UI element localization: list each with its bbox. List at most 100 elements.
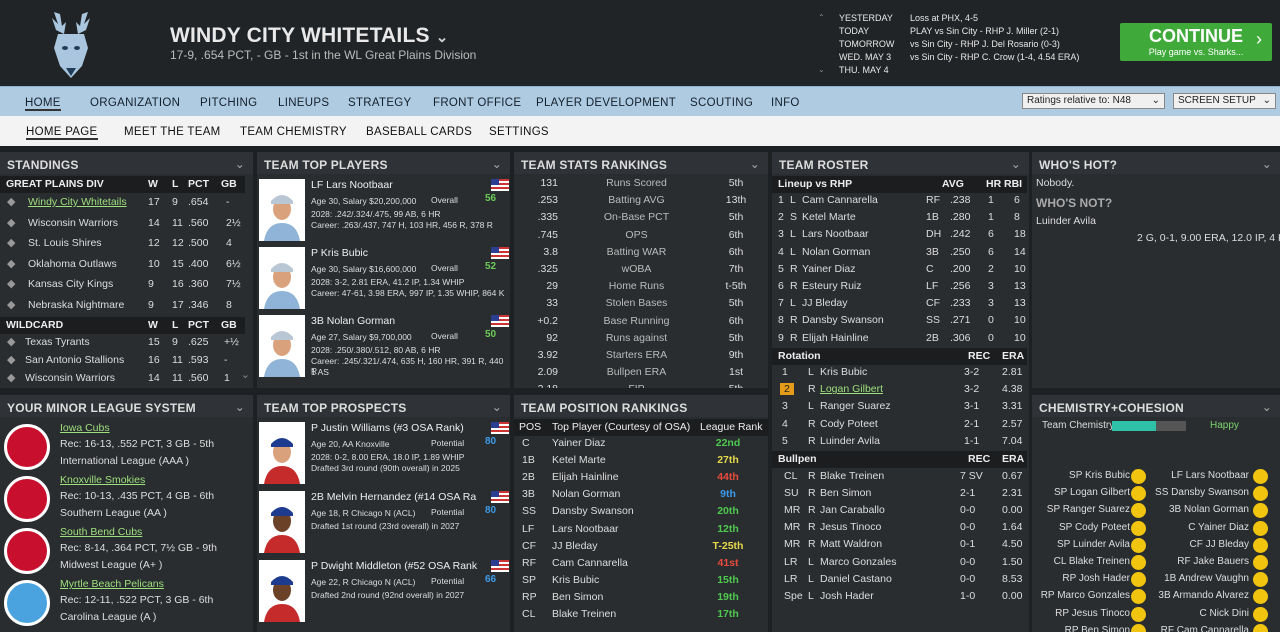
bullpen-row[interactable]: LR L Marco Gonzales 0-0 1.50: [772, 555, 1027, 572]
player-name[interactable]: Dansby Swanson: [552, 505, 634, 517]
minor-team-logo[interactable]: [4, 528, 50, 574]
player-photo[interactable]: [259, 422, 305, 484]
team-name[interactable]: Kansas City Kings: [28, 278, 113, 290]
team-name[interactable]: Nebraska Nightmare: [28, 299, 124, 311]
player-name[interactable]: 2B Melvin Hernandez (#14 OSA Ra: [311, 491, 476, 503]
player-card[interactable]: P Kris Bubic Age 30, Salary $16,600,000 Ov…: [259, 247, 509, 315]
chevron-down-icon[interactable]: ⌄: [235, 157, 245, 171]
lineup-row[interactable]: 6 R Esteury Ruiz LF .256 3 13: [772, 279, 1027, 296]
minor-team[interactable]: Knoxville Smokies Rec: 10-13, .435 PCT, 4…: [0, 472, 250, 524]
player-name[interactable]: Marco Gonzales: [820, 556, 896, 568]
lineup-row[interactable]: 1 L Cam Cannarella RF .238 1 6: [772, 193, 1027, 210]
minor-team[interactable]: South Bend Cubs Rec: 8-14, .364 PCT, 7½ G…: [0, 524, 250, 576]
subnav-team-chemistry[interactable]: TEAM CHEMISTRY: [240, 126, 347, 138]
nav-home[interactable]: HOME: [25, 97, 61, 111]
chem-player[interactable]: LF Lars Nootbaar: [1171, 470, 1249, 481]
player-name[interactable]: Jesus Tinoco: [820, 521, 881, 533]
standings-row[interactable]: ◆ Windy City Whitetails 17 9 .654 -: [0, 194, 245, 211]
chem-player[interactable]: 1B Andrew Vaughn: [1164, 573, 1249, 584]
chevron-down-icon[interactable]: ⌄: [750, 157, 760, 171]
minor-team-name[interactable]: Myrtle Beach Pelicans: [60, 578, 164, 590]
minor-team-logo[interactable]: [4, 424, 50, 470]
wildcard-row[interactable]: ◆ San Antonio Stallions 16 11 .593 -: [0, 352, 245, 369]
minor-team-name[interactable]: South Bend Cubs: [60, 526, 142, 538]
player-name[interactable]: LF Lars Nootbaar: [311, 179, 393, 191]
standings-row[interactable]: ◆ Wisconsin Warriors 14 11 .560 2½: [0, 215, 245, 232]
position-row[interactable]: 3B Nolan Gorman 9th: [514, 487, 768, 504]
player-name[interactable]: P Dwight Middleton (#52 OSA Rank: [311, 560, 477, 572]
subnav-baseball-cards[interactable]: BASEBALL CARDS: [366, 126, 472, 138]
rotation-row[interactable]: 1 L Kris Bubic 3-2 2.81: [772, 365, 1027, 382]
position-row[interactable]: SS Dansby Swanson 20th: [514, 504, 768, 521]
standings-row[interactable]: ◆ Oklahoma Outlaws 10 15 .400 6½: [0, 256, 245, 273]
player-name[interactable]: Blake Treinen: [552, 608, 616, 620]
bullpen-row[interactable]: LR L Daniel Castano 0-0 8.53: [772, 572, 1027, 589]
position-row[interactable]: CF JJ Bleday T-25th: [514, 539, 768, 556]
player-name[interactable]: Kris Bubic: [820, 366, 867, 378]
player-name[interactable]: Ranger Suarez: [820, 400, 891, 412]
wildcard-row[interactable]: ◆ Wisconsin Warriors 14 11 .560 1: [0, 370, 245, 387]
chem-player[interactable]: SP Ranger Suarez: [1047, 504, 1130, 515]
team-name[interactable]: San Antonio Stallions: [25, 354, 124, 366]
chem-player[interactable]: 3B Nolan Gorman: [1169, 504, 1249, 515]
standings-row[interactable]: ◆ Kansas City Kings 9 16 .360 7½: [0, 276, 245, 293]
player-name[interactable]: Elijah Hainline: [552, 471, 619, 483]
team-name[interactable]: Oklahoma Outlaws: [28, 258, 117, 270]
player-photo[interactable]: [259, 247, 305, 309]
chevron-down-icon[interactable]: ⌄: [492, 157, 502, 171]
chem-player[interactable]: RP Josh Hader: [1062, 573, 1130, 584]
player-name[interactable]: Jan Caraballo: [820, 504, 885, 516]
rotation-row[interactable]: 4 R Cody Poteet 2-1 2.57: [772, 417, 1027, 434]
chem-player[interactable]: SS Dansby Swanson: [1155, 487, 1249, 498]
chem-player[interactable]: RF Jake Bauers: [1177, 556, 1249, 567]
nav-strategy[interactable]: STRATEGY: [348, 97, 412, 109]
chem-player[interactable]: SP Logan Gilbert: [1054, 487, 1130, 498]
minor-team-name[interactable]: Knoxville Smokies: [60, 474, 145, 486]
chevron-down-icon[interactable]: ⌄: [818, 65, 825, 74]
player-name[interactable]: Dansby Swanson: [802, 314, 884, 326]
player-name[interactable]: Ketel Marte: [552, 454, 606, 466]
lineup-row[interactable]: 3 L Lars Nootbaar DH .242 6 18: [772, 227, 1027, 244]
chem-player[interactable]: C Yainer Diaz: [1188, 522, 1249, 533]
player-card[interactable]: LF Lars Nootbaar Age 30, Salary $20,200,0…: [259, 179, 509, 247]
subnav-settings[interactable]: SETTINGS: [489, 126, 549, 138]
player-name[interactable]: Cam Cannarella: [802, 194, 878, 206]
chem-player[interactable]: 3B Armando Alvarez: [1158, 590, 1249, 601]
position-row[interactable]: RF Cam Cannarella 41st: [514, 556, 768, 573]
nav-organization[interactable]: ORGANIZATION: [90, 97, 180, 109]
player-name[interactable]: Kris Bubic: [552, 574, 599, 586]
prospect-card[interactable]: P Dwight Middleton (#52 OSA Rank Age 22, …: [259, 560, 509, 628]
position-row[interactable]: SP Kris Bubic 15th: [514, 573, 768, 590]
nav-lineups[interactable]: LINEUPS: [278, 97, 329, 109]
player-name[interactable]: Ketel Marte: [802, 211, 856, 223]
player-name[interactable]: Cam Cannarella: [552, 557, 628, 569]
rotation-row[interactable]: 2 R Logan Gilbert 3-2 4.38: [772, 382, 1027, 399]
continue-button[interactable]: CONTINUE Play game vs. Sharks... ›: [1120, 23, 1272, 61]
chevron-down-icon[interactable]: ⌄: [492, 400, 502, 414]
player-name[interactable]: Nolan Gorman: [802, 246, 870, 258]
team-name[interactable]: Wisconsin Warriors: [25, 372, 115, 384]
team-name[interactable]: Texas Tyrants: [25, 336, 90, 348]
minor-team[interactable]: Myrtle Beach Pelicans Rec: 12-11, .522 PC…: [0, 576, 250, 628]
chevron-up-icon[interactable]: ⌃: [818, 13, 825, 22]
bullpen-row[interactable]: SU R Ben Simon 2-1 2.31: [772, 486, 1027, 503]
player-name[interactable]: Yainer Diaz: [552, 437, 606, 449]
player-name[interactable]: Daniel Castano: [820, 573, 892, 585]
minor-team-logo[interactable]: [4, 476, 50, 522]
player-photo[interactable]: [259, 560, 305, 622]
player-name[interactable]: 3B Nolan Gorman: [311, 315, 395, 327]
player-name[interactable]: Ben Simon: [820, 487, 871, 499]
screen-setup-dropdown[interactable]: SCREEN SETUP ⌄: [1173, 93, 1276, 109]
player-name[interactable]: Josh Hader: [820, 590, 874, 602]
lineup-row[interactable]: 7 L JJ Bleday CF .233 3 13: [772, 296, 1027, 313]
player-name[interactable]: P Justin Williams (#3 OSA Rank): [311, 422, 464, 434]
player-photo[interactable]: [259, 179, 305, 241]
player-card[interactable]: 3B Nolan Gorman Age 27, Salary $9,700,000…: [259, 315, 509, 383]
not-player[interactable]: Luinder Avila: [1036, 215, 1096, 232]
bullpen-row[interactable]: Spe L Josh Hader 1-0 0.00: [772, 589, 1027, 606]
player-name[interactable]: JJ Bleday: [552, 540, 598, 552]
lineup-row[interactable]: 4 L Nolan Gorman 3B .250 6 14: [772, 245, 1027, 262]
player-name[interactable]: Elijah Hainline: [802, 332, 869, 344]
chem-player[interactable]: CF JJ Bleday: [1190, 539, 1249, 550]
team-name-dropdown[interactable]: WINDY CITY WHITETAILS ⌄: [170, 24, 448, 48]
